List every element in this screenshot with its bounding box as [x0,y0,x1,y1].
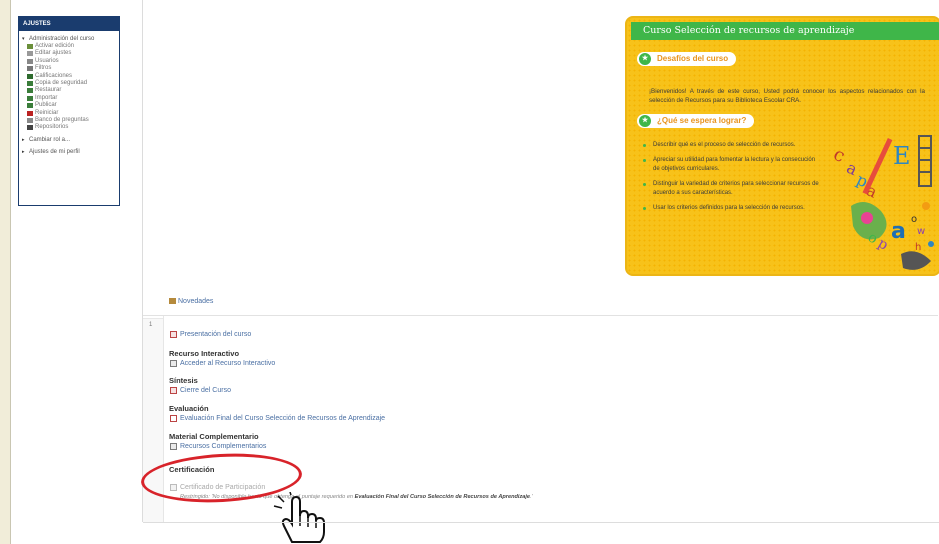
course-banner-title: Curso Selección de recursos de aprendiza… [631,22,939,40]
admin-menu-item[interactable]: Editar ajustes [19,50,119,57]
admin-menu-item[interactable]: Restaurar [19,87,119,94]
admin-menu-item[interactable]: Banco de preguntas [19,117,119,124]
svg-text:h: h [915,242,921,253]
quiz-icon [170,415,177,422]
goal-item: Usar los criterios definidos para la sel… [643,204,823,213]
change-role-item[interactable]: ▸ Cambiar rol a... [19,136,119,144]
collapse-icon: ▸ [22,136,25,143]
settings-title: AJUSTES [19,17,119,31]
resource-icon [170,360,177,367]
section-number: 1 [149,322,153,328]
admin-menu-item[interactable]: Repositorios [19,124,119,131]
star-icon: ★ [639,115,651,127]
section-bottom-border [143,522,939,523]
interactive-resource-link[interactable]: Acceder al Recurso Interactivo [170,360,275,367]
pdf-icon [170,387,177,394]
presentation-link[interactable]: Presentación del curso [170,331,251,338]
goal-item: Apreciar su utilidad para fomentar la le… [643,156,823,174]
publish-icon [27,103,33,109]
filter-icon [27,66,33,72]
profile-settings-item[interactable]: ▸ Ajustes de mi perfil [19,148,119,156]
svg-text:w: w [917,226,925,237]
course-admin-item[interactable]: ▾ Administración del curso [19,35,119,43]
import-icon [27,95,33,101]
goals-list: Describir qué es el proceso de selección… [643,141,823,219]
goal-item: Distinguir la variedad de criterios para… [643,180,823,198]
svg-text:o: o [911,214,917,225]
admin-menu-item[interactable]: Usuarios [19,58,119,65]
synthesis-heading: Síntesis [169,376,198,385]
final-evaluation-link[interactable]: Evaluación Final del Curso Selección de … [170,415,385,422]
svg-text:a: a [891,219,906,244]
interactive-heading: Recurso Interactivo [169,349,240,358]
backup-icon [27,81,33,87]
complementary-resources-link[interactable]: Recursos Complementarios [170,443,266,450]
users-icon [27,58,33,64]
admin-menu-item[interactable]: Calificaciones [19,73,119,80]
admin-menu-item[interactable]: Copia de seguridad [19,80,119,87]
pdf-icon [170,331,177,338]
course-admin-list: Activar edición Editar ajustes Usuarios Fil… [19,43,119,132]
question-bank-icon [27,118,33,124]
letters-illustration: c a p a E o p a o w h [831,135,934,270]
bullet-icon [643,144,646,147]
course-intro-text: ¡Bienvenidos! A través de este curso, Us… [649,88,925,104]
admin-menu-item[interactable]: Importar [19,95,119,102]
admin-menu-item[interactable]: Filtros [19,65,119,72]
collapse-icon: ▸ [22,148,25,155]
challenges-heading: ★ Desafíos del curso [637,52,737,66]
news-forum-link[interactable]: Novedades [169,298,213,305]
pointer-hand-icon [273,492,325,543]
goal-item: Describir qué es el proceso de selección… [643,141,823,150]
forum-icon [169,298,176,304]
svg-text:E: E [893,142,911,170]
grades-icon [27,73,33,79]
evaluation-heading: Evaluación [169,404,209,413]
admin-menu-item[interactable]: Reiniciar [19,110,119,117]
bullet-icon [643,159,646,162]
restore-icon [27,88,33,94]
settings-block: AJUSTES ▾ Administración del curso Activ… [18,16,120,206]
course-banner: Curso Selección de recursos de aprendiza… [625,16,939,276]
repository-icon [27,125,33,131]
star-icon: ★ [639,53,651,65]
bullet-icon [643,183,646,186]
expand-icon: ▾ [22,36,25,42]
goals-heading: ★ ¿Qué se espera lograr? [637,114,755,128]
bullet-icon [643,207,646,210]
admin-menu-item[interactable]: Activar edición [19,43,119,50]
svg-text:c: c [831,144,848,167]
course-closing-link[interactable]: Cierre del Curso [170,387,231,394]
edit-icon [27,51,33,57]
folder-icon [170,443,177,450]
pencil-icon [27,44,33,49]
admin-menu-item[interactable]: Publicar [19,102,119,109]
reset-icon [27,110,33,116]
material-heading: Material Complementario [169,432,259,441]
